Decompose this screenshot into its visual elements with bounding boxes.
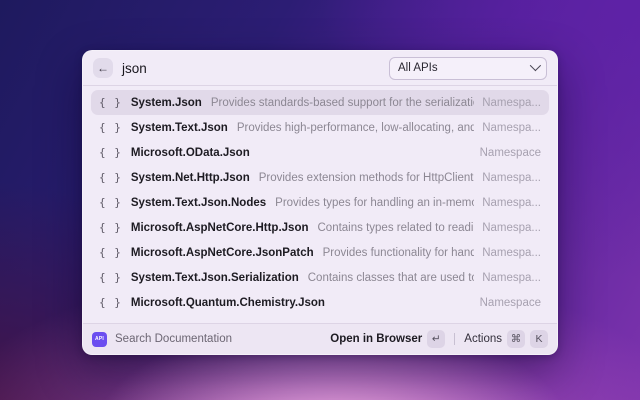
result-description: Provides extension methods for HttpClien…: [258, 171, 474, 184]
result-row[interactable]: { } Microsoft.OData.Json Namespace: [91, 140, 549, 165]
result-type-badge: Namespa...: [482, 221, 541, 234]
braces-icon: { }: [99, 296, 122, 309]
footer-divider: [454, 333, 456, 345]
result-row[interactable]: { } Microsoft.AspNetCore.Http.Json Conta…: [91, 215, 549, 240]
search-header: ← json All APIs: [83, 51, 557, 86]
actions-button[interactable]: Actions ⌘ K: [464, 330, 548, 348]
result-row[interactable]: { } System.Text.Json.Nodes Provides type…: [91, 190, 549, 215]
result-title: System.Json: [130, 96, 202, 109]
braces-icon: { }: [99, 246, 122, 259]
result-row[interactable]: { } Microsoft.AspNetCore.JsonPatch Provi…: [91, 240, 549, 265]
back-arrow-icon: ←: [97, 61, 109, 75]
api-filter-label: All APIs: [398, 62, 438, 74]
search-palette-window: ← json All APIs { } System.Json Provides…: [82, 50, 558, 355]
footer-app-label: Search Documentation: [115, 333, 232, 345]
result-description: Provides types for handling an in-memory…: [275, 196, 474, 209]
api-filter-dropdown[interactable]: All APIs: [389, 56, 547, 80]
result-title: System.Net.Http.Json: [130, 171, 250, 184]
result-title: Microsoft.AspNetCore.JsonPatch: [130, 246, 314, 259]
braces-icon: { }: [99, 121, 122, 134]
result-row[interactable]: { } System.Net.Http.Json Provides extens…: [91, 165, 549, 190]
braces-icon: { }: [99, 96, 122, 109]
braces-icon: { }: [99, 171, 122, 184]
result-type-badge: Namespa...: [482, 121, 541, 134]
result-title: System.Text.Json.Nodes: [130, 196, 267, 209]
chevron-down-icon: [529, 59, 542, 72]
command-key-icon: ⌘: [507, 330, 525, 348]
footer-bar: API Search Documentation Open in Browser…: [83, 323, 557, 354]
result-title: System.Text.Json: [130, 121, 228, 134]
search-input[interactable]: json: [122, 61, 389, 76]
result-title: Microsoft.OData.Json: [130, 146, 250, 159]
result-description: Contains classes that are used to custom…: [307, 271, 474, 284]
result-description: Provides standards-based support for the…: [210, 96, 474, 109]
result-title: Microsoft.AspNetCore.Http.Json: [130, 221, 309, 234]
k-key: K: [530, 330, 548, 348]
result-type-badge: Namespa...: [482, 271, 541, 284]
braces-icon: { }: [99, 196, 122, 209]
result-description: Provides functionality for handling JSON…: [322, 246, 475, 259]
result-type-badge: Namespace: [479, 296, 541, 309]
result-type-badge: Namespace: [479, 146, 541, 159]
braces-icon: { }: [99, 221, 122, 234]
braces-icon: { }: [99, 271, 122, 284]
result-title: System.Text.Json.Serialization: [130, 271, 299, 284]
result-row[interactable]: { } Microsoft.Quantum.Chemistry.Json Nam…: [91, 290, 549, 315]
result-row[interactable]: { } System.Text.Json Provides high-perfo…: [91, 115, 549, 140]
result-description: Provides high-performance, low-allocatin…: [236, 121, 475, 134]
result-title: Microsoft.Quantum.Chemistry.Json: [130, 296, 325, 309]
result-type-badge: Namespa...: [482, 96, 541, 109]
back-button[interactable]: ←: [93, 58, 113, 78]
result-type-badge: Namespa...: [482, 171, 541, 184]
result-row[interactable]: { } System.Json Provides standards-based…: [91, 90, 549, 115]
actions-label: Actions: [464, 333, 502, 345]
api-docs-app-icon: API: [92, 331, 107, 347]
braces-icon: { }: [99, 146, 122, 159]
result-description: Contains types related to reading JSON f…: [317, 221, 475, 234]
open-in-browser-label: Open in Browser: [330, 333, 423, 345]
result-row[interactable]: { } System.Text.Json.Serialization Conta…: [91, 265, 549, 290]
result-type-badge: Namespa...: [482, 246, 541, 259]
return-key-icon: ↵: [427, 330, 446, 348]
result-type-badge: Namespa...: [482, 196, 541, 209]
open-in-browser-button[interactable]: Open in Browser ↵: [330, 330, 446, 348]
results-list: { } System.Json Provides standards-based…: [83, 86, 557, 323]
